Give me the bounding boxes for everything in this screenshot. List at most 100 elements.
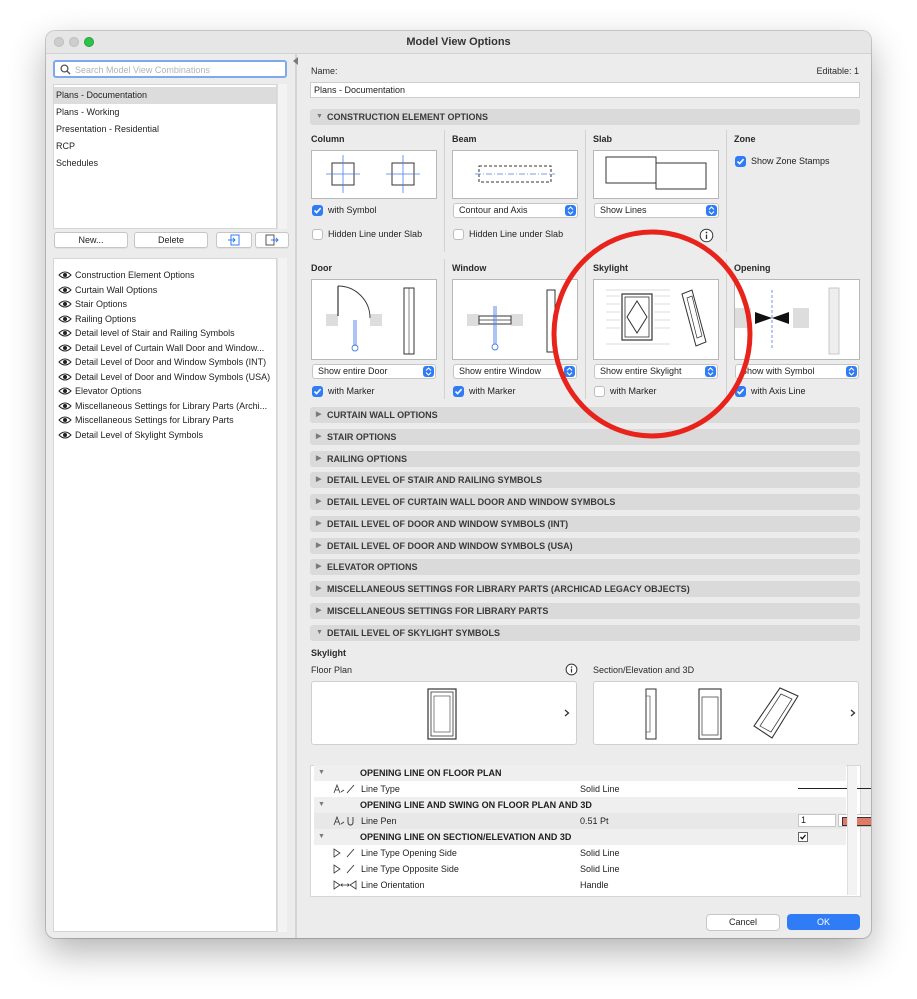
door-symbol-icon bbox=[326, 285, 415, 355]
floor-plan-symbol-picker[interactable] bbox=[311, 681, 577, 745]
line-type-icon bbox=[333, 784, 355, 794]
option-set-item[interactable]: Miscellaneous Settings for Library Parts bbox=[58, 413, 276, 427]
opening-side-icon bbox=[333, 848, 355, 858]
ok-button[interactable]: OK bbox=[787, 914, 860, 930]
column-title: Column bbox=[311, 134, 345, 144]
name-field[interactable]: Plans - Documentation bbox=[310, 82, 860, 98]
info-icon[interactable] bbox=[565, 663, 578, 676]
option-set-item[interactable]: Detail Level of Skylight Symbols bbox=[58, 428, 276, 442]
door-display-popup[interactable]: Show entire Door bbox=[312, 364, 436, 379]
search-input[interactable] bbox=[75, 63, 275, 76]
option-set-item[interactable]: Stair Options bbox=[58, 297, 276, 311]
name-label: Name: bbox=[311, 66, 338, 76]
option-set-item[interactable]: Curtain Wall Options bbox=[58, 283, 276, 297]
section-header-collapsed[interactable]: ▶ ELEVATOR OPTIONS bbox=[310, 559, 860, 575]
checkmark-icon bbox=[313, 207, 322, 214]
eye-icon[interactable] bbox=[58, 314, 72, 324]
option-set-item[interactable]: Construction Element Options bbox=[58, 268, 276, 282]
combination-item[interactable]: RCP bbox=[54, 138, 276, 155]
section-header-collapsed[interactable]: ▶ DETAIL LEVEL OF STAIR AND RAILING SYMBO… bbox=[310, 472, 860, 488]
beam-symbol-icon bbox=[475, 165, 555, 183]
window-title-label: Window bbox=[452, 263, 487, 273]
column-hidden-line-label: Hidden Line under Slab bbox=[328, 229, 423, 239]
cancel-button[interactable]: Cancel bbox=[706, 914, 780, 931]
property-row[interactable]: Line Pen 0.51 Pt 1 bbox=[314, 813, 871, 829]
delete-button[interactable]: Delete bbox=[134, 232, 208, 248]
combination-item[interactable]: Presentation - Residential bbox=[54, 121, 276, 138]
property-row[interactable]: Line Type Opening Side Solid Line bbox=[314, 845, 846, 861]
section-header-skylight[interactable]: ▼ DETAIL LEVEL OF SKYLIGHT SYMBOLS bbox=[310, 625, 860, 641]
opposite-side-icon bbox=[333, 864, 355, 874]
section-header-collapsed[interactable]: ▶ DETAIL LEVEL OF DOOR AND WINDOW SYMBOLS… bbox=[310, 538, 860, 554]
window-with-marker-checkbox[interactable] bbox=[453, 386, 464, 397]
option-sets-list: Construction Element Options Curtain Wal… bbox=[53, 258, 277, 932]
pen-number-field[interactable]: 1 bbox=[798, 814, 836, 827]
eye-icon[interactable] bbox=[58, 386, 72, 396]
combination-item[interactable]: Plans - Documentation bbox=[54, 87, 276, 104]
property-row[interactable]: Line Orientation Handle bbox=[314, 877, 846, 893]
eye-icon[interactable] bbox=[58, 401, 72, 411]
section-header-collapsed[interactable]: ▶ MISCELLANEOUS SETTINGS FOR LIBRARY PART… bbox=[310, 581, 860, 597]
section-symbol-picker[interactable] bbox=[593, 681, 859, 745]
group-enable-checkbox[interactable] bbox=[798, 832, 808, 842]
properties-scrollbar[interactable] bbox=[847, 766, 857, 895]
slab-display-popup[interactable]: Show Lines bbox=[594, 203, 719, 218]
new-button[interactable]: New... bbox=[54, 232, 128, 248]
beam-display-popup[interactable]: Contour and Axis bbox=[453, 203, 578, 218]
option-set-item[interactable]: Detail Level of Door and Window Symbols … bbox=[58, 355, 276, 369]
line-pen-icon bbox=[333, 816, 354, 826]
section-header-construction[interactable]: ▼ CONSTRUCTION ELEMENT OPTIONS bbox=[310, 109, 860, 125]
property-group-header[interactable]: ▼ OPENING LINE ON SECTION/ELEVATION AND 3… bbox=[314, 829, 846, 845]
property-group-header[interactable]: ▼ OPENING LINE AND SWING ON FLOOR PLAN AN… bbox=[314, 797, 846, 813]
collapse-sidebar-icon[interactable] bbox=[293, 57, 299, 65]
column-symbol-icon bbox=[326, 155, 420, 193]
import-button[interactable] bbox=[216, 232, 252, 248]
option-set-item[interactable]: Detail Level of Door and Window Symbols … bbox=[58, 370, 276, 384]
chevron-updown-icon bbox=[848, 367, 855, 376]
search-field[interactable] bbox=[53, 60, 287, 78]
skylight-subtitle: Skylight bbox=[311, 648, 347, 658]
eye-icon[interactable] bbox=[58, 270, 72, 280]
property-row[interactable]: Line Type Opposite Side Solid Line bbox=[314, 861, 846, 877]
option-set-item[interactable]: Detail level of Stair and Railing Symbol… bbox=[58, 326, 276, 340]
eye-icon[interactable] bbox=[58, 299, 72, 309]
panel-splitter[interactable] bbox=[295, 53, 297, 938]
section-header-collapsed[interactable]: ▶ DETAIL LEVEL OF DOOR AND WINDOW SYMBOLS… bbox=[310, 516, 860, 532]
combination-item[interactable]: Plans - Working bbox=[54, 104, 276, 121]
section-header-collapsed[interactable]: ▶ DETAIL LEVEL OF CURTAIN WALL DOOR AND W… bbox=[310, 494, 860, 510]
option-set-item[interactable]: Railing Options bbox=[58, 312, 276, 326]
export-button[interactable] bbox=[255, 232, 289, 248]
section-header-collapsed[interactable]: ▶ RAILING OPTIONS bbox=[310, 451, 860, 467]
eye-icon[interactable] bbox=[58, 372, 72, 382]
eye-icon[interactable] bbox=[58, 430, 72, 440]
eye-icon[interactable] bbox=[58, 343, 72, 353]
checkmark-icon bbox=[454, 388, 463, 395]
door-with-marker-checkbox[interactable] bbox=[312, 386, 323, 397]
column-preview bbox=[311, 150, 437, 199]
zone-title: Zone bbox=[734, 134, 756, 144]
beam-hidden-line-checkbox[interactable] bbox=[453, 229, 464, 240]
option-set-item[interactable]: Miscellaneous Settings for Library Parts… bbox=[58, 399, 276, 413]
section-header-collapsed[interactable]: ▶ MISCELLANEOUS SETTINGS FOR LIBRARY PART… bbox=[310, 603, 860, 619]
skylight-floor-plan-icon bbox=[427, 688, 457, 740]
editable-label: Editable: 1 bbox=[816, 66, 859, 76]
combinations-list: Plans - Documentation Plans - Working Pr… bbox=[53, 84, 277, 229]
checkmark-icon bbox=[313, 388, 322, 395]
option-set-item[interactable]: Detail Level of Curtain Wall Door and Wi… bbox=[58, 341, 276, 355]
checkmark-icon bbox=[736, 158, 745, 165]
option-sets-scrollbar[interactable] bbox=[277, 258, 287, 932]
column-hidden-line-checkbox[interactable] bbox=[312, 229, 323, 240]
combinations-scrollbar[interactable] bbox=[277, 84, 287, 229]
slab-symbol-icon bbox=[605, 156, 707, 190]
property-row[interactable]: Line Type Solid Line bbox=[314, 781, 871, 797]
column-with-symbol-checkbox[interactable] bbox=[312, 205, 323, 216]
option-set-item[interactable]: Elevator Options bbox=[58, 384, 276, 398]
slab-title: Slab bbox=[593, 134, 613, 144]
show-zone-stamps-checkbox[interactable] bbox=[735, 156, 746, 167]
eye-icon[interactable] bbox=[58, 328, 72, 338]
combination-item[interactable]: Schedules bbox=[54, 155, 276, 172]
eye-icon[interactable] bbox=[58, 415, 72, 425]
eye-icon[interactable] bbox=[58, 357, 72, 367]
eye-icon[interactable] bbox=[58, 285, 72, 295]
property-group-header[interactable]: ▼ OPENING LINE ON FLOOR PLAN bbox=[314, 765, 846, 781]
